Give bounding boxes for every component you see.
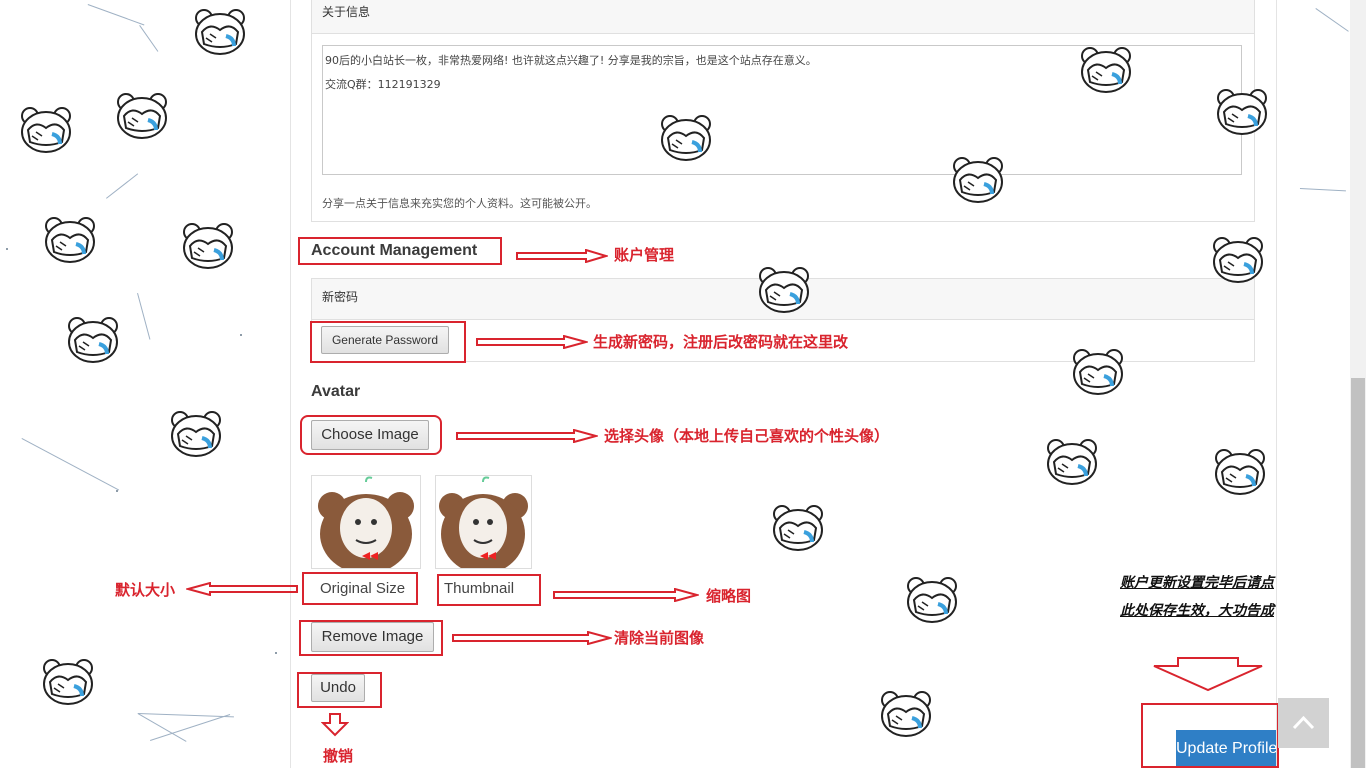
bear-mascot-icon xyxy=(194,8,246,56)
chevron-up-icon xyxy=(1292,715,1315,730)
bear-avatar-icon xyxy=(318,476,414,568)
bear-mascot-icon xyxy=(182,222,234,270)
bg-line xyxy=(87,4,145,26)
undo-highlight xyxy=(297,672,382,708)
bg-line xyxy=(1299,188,1346,192)
account-heading-highlight xyxy=(298,237,502,265)
bg-line xyxy=(21,438,120,491)
bg-line xyxy=(139,25,159,52)
annotation-default-size: 默认大小 xyxy=(115,581,176,599)
bear-mascot-icon xyxy=(20,106,72,154)
remove-image-highlight xyxy=(299,620,443,656)
arrow-right-icon xyxy=(553,588,699,602)
arrow-right-icon xyxy=(456,429,598,443)
annotation-save-line-1: 账户更新设置完毕后请点 xyxy=(1120,575,1274,591)
avatar-original-preview xyxy=(311,475,421,569)
annotation-generate: 生成新密码，注册后改密码就在这里改 xyxy=(593,333,849,351)
thumbnail-highlight xyxy=(437,574,541,606)
bear-mascot-icon xyxy=(906,576,958,624)
update-profile-highlight xyxy=(1141,703,1279,768)
annotation-choose: 选择头像（本地上传自己喜欢的个性头像） xyxy=(604,427,890,445)
bear-avatar-icon xyxy=(439,476,528,568)
bg-line xyxy=(137,713,187,742)
arrow-down-icon xyxy=(321,713,349,737)
bear-mascot-icon xyxy=(952,156,1004,204)
about-section-title: 关于信息 xyxy=(322,5,371,19)
arrow-left-icon xyxy=(186,582,298,596)
original-size-highlight xyxy=(302,572,418,605)
avatar-heading: Avatar xyxy=(311,383,361,400)
choose-image-highlight xyxy=(300,415,442,455)
annotation-account: 账户管理 xyxy=(614,246,675,264)
bear-mascot-icon xyxy=(758,266,810,314)
bear-mascot-icon xyxy=(880,690,932,738)
bear-mascot-icon xyxy=(1072,348,1124,396)
bear-mascot-icon xyxy=(1046,438,1098,486)
bg-line xyxy=(106,173,139,199)
arrow-right-icon xyxy=(452,631,612,645)
bear-mascot-icon xyxy=(1212,236,1264,284)
bear-mascot-icon xyxy=(660,114,712,162)
bear-mascot-icon xyxy=(772,504,824,552)
generate-password-highlight xyxy=(310,321,466,363)
bg-line xyxy=(137,293,151,340)
bg-dot xyxy=(116,490,118,492)
bear-mascot-icon xyxy=(67,316,119,364)
about-section-header: 关于信息 xyxy=(312,0,1254,34)
bear-mascot-icon xyxy=(44,216,96,264)
bear-mascot-icon xyxy=(42,658,94,706)
back-to-top-button[interactable] xyxy=(1278,698,1329,748)
annotation-remove: 清除当前图像 xyxy=(614,629,705,647)
about-hint: 分享一点关于信息来充实您的个人资料。这可能被公开。 xyxy=(322,197,597,210)
arrow-right-icon xyxy=(476,335,588,349)
scrollbar-thumb[interactable] xyxy=(1351,378,1365,768)
annotation-thumbnail: 缩略图 xyxy=(706,587,752,605)
bear-mascot-icon xyxy=(116,92,168,140)
bear-mascot-icon xyxy=(1080,46,1132,94)
bear-mascot-icon xyxy=(1216,88,1268,136)
avatar-thumbnail-preview xyxy=(435,475,532,569)
bg-dot xyxy=(6,248,8,250)
bear-mascot-icon xyxy=(1214,448,1266,496)
annotation-save-line-2: 此处保存生效，大功告成 xyxy=(1120,603,1274,619)
bg-line xyxy=(1315,8,1349,32)
bg-dot xyxy=(240,334,242,336)
arrow-down-icon xyxy=(1153,657,1263,692)
bg-dot xyxy=(275,652,277,654)
annotation-undo: 撤销 xyxy=(323,747,354,765)
arrow-right-icon xyxy=(516,249,608,263)
new-password-label: 新密码 xyxy=(322,290,359,304)
bear-mascot-icon xyxy=(170,410,222,458)
